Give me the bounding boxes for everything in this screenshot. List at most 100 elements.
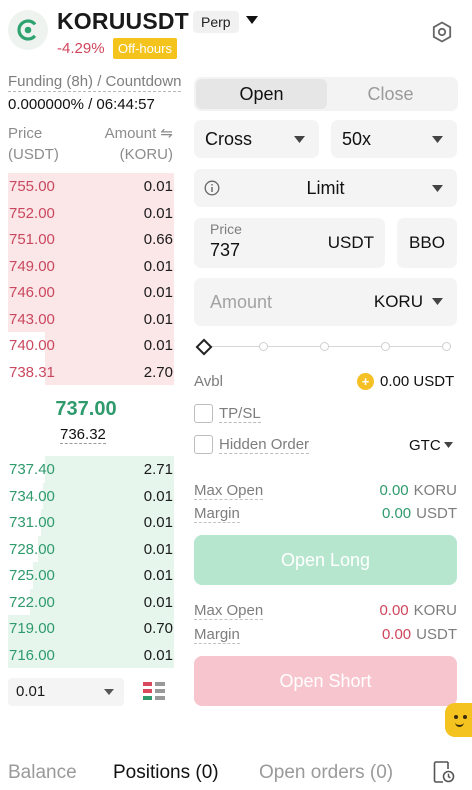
bbo-button[interactable]: BBO bbox=[397, 218, 457, 268]
margin-mode-select[interactable]: Cross bbox=[194, 120, 319, 158]
amount-unit-select[interactable]: KORU bbox=[374, 292, 423, 312]
amount-input[interactable]: Amount KORU bbox=[194, 278, 457, 326]
chevron-down-icon bbox=[432, 185, 443, 192]
hidden-order-checkbox[interactable] bbox=[194, 435, 213, 454]
orderbook-row[interactable]: 751.00 0.66 bbox=[8, 226, 174, 253]
price-input[interactable]: Price 737 USDT bbox=[194, 218, 385, 268]
order-history-icon[interactable] bbox=[433, 760, 455, 784]
caret-down-icon bbox=[443, 442, 453, 448]
long-max-open-label[interactable]: Max Open bbox=[194, 482, 264, 500]
orderbook-row[interactable]: 738.31 2.70 bbox=[8, 358, 174, 385]
price-header-unit: (USDT) bbox=[8, 146, 59, 163]
order-price: 746.00 bbox=[9, 284, 55, 301]
orderbook-row[interactable]: 722.00 0.01 bbox=[8, 588, 174, 615]
orderbook-row[interactable]: 752.00 0.01 bbox=[8, 199, 174, 226]
slider-step-75[interactable] bbox=[381, 342, 390, 351]
orderbook-row[interactable]: 740.00 0.01 bbox=[8, 332, 174, 359]
funding-label[interactable]: Funding (8h) / Countdown bbox=[8, 73, 182, 92]
long-max-open-unit: KORU bbox=[413, 482, 457, 499]
chevron-down-icon bbox=[294, 136, 305, 143]
time-in-force-select[interactable]: GTC bbox=[409, 437, 453, 454]
hidden-order-label[interactable]: Hidden Order bbox=[219, 436, 310, 454]
orderbook-layout-icon[interactable] bbox=[143, 681, 165, 703]
amount-placeholder[interactable]: Amount bbox=[210, 292, 272, 313]
order-amount: 0.01 bbox=[143, 646, 173, 664]
order-price: 738.31 bbox=[9, 363, 55, 381]
long-margin-unit: USDT bbox=[416, 505, 457, 522]
order-amount: 2.70 bbox=[143, 363, 173, 381]
orderbook-row[interactable]: 743.00 0.01 bbox=[8, 305, 174, 332]
chevron-down-icon[interactable] bbox=[432, 298, 443, 305]
order-type-select[interactable]: Limit bbox=[194, 169, 457, 207]
orderbook-row[interactable]: 749.00 0.01 bbox=[8, 252, 174, 279]
tpsl-checkbox[interactable] bbox=[194, 404, 213, 423]
order-amount: 0.01 bbox=[143, 257, 173, 275]
order-amount: 0.01 bbox=[143, 514, 173, 531]
short-max-open: 0.00 KORU bbox=[379, 602, 457, 619]
funding-value: 0.000000% / 06:44:57 bbox=[8, 96, 155, 113]
open-long-button[interactable]: Open Long bbox=[194, 535, 457, 585]
order-price: 728.00 bbox=[9, 540, 55, 558]
orderbook-row[interactable]: 737.40 2.71 bbox=[8, 456, 174, 483]
short-max-open-label[interactable]: Max Open bbox=[194, 602, 264, 620]
order-amount: 0.01 bbox=[143, 284, 173, 301]
slider-step-25[interactable] bbox=[259, 342, 268, 351]
orderbook-row[interactable]: 716.00 0.01 bbox=[8, 641, 174, 668]
long-margin-label[interactable]: Margin bbox=[194, 505, 240, 523]
amount-column-header[interactable]: Amount ⇋ (KORU) bbox=[98, 123, 173, 165]
symbol-title[interactable]: KORUUSDT bbox=[57, 8, 189, 35]
tab-open-orders[interactable]: Open orders (0) bbox=[259, 762, 393, 784]
mark-price[interactable]: 736.32 bbox=[60, 426, 106, 444]
tab-close[interactable]: Close bbox=[325, 79, 456, 109]
header: KORUUSDT Perp -4.29% Off-hours bbox=[0, 0, 472, 66]
slider-step-100[interactable] bbox=[442, 342, 451, 351]
order-price: 749.00 bbox=[9, 257, 55, 275]
price-unit: USDT bbox=[327, 233, 374, 252]
margin-mode-value: Cross bbox=[205, 129, 253, 149]
symbol-dropdown-icon[interactable] bbox=[246, 16, 258, 24]
open-close-tabs: Open Close bbox=[194, 77, 458, 111]
slider-thumb[interactable] bbox=[195, 338, 213, 356]
info-icon[interactable] bbox=[204, 180, 220, 196]
orderbook-row[interactable]: 731.00 0.01 bbox=[8, 509, 174, 536]
assistant-mascot-icon[interactable] bbox=[445, 703, 472, 737]
add-funds-icon[interactable]: + bbox=[357, 373, 374, 390]
short-margin-label[interactable]: Margin bbox=[194, 626, 240, 644]
order-amount: 0.70 bbox=[143, 620, 173, 637]
tab-positions[interactable]: Positions (0) bbox=[113, 762, 219, 784]
mascot-mouth bbox=[455, 722, 464, 727]
orderbook-row[interactable]: 725.00 0.01 bbox=[8, 562, 174, 589]
orderbook-row[interactable]: 719.00 0.70 bbox=[8, 615, 174, 642]
price-input-value[interactable]: 737 bbox=[210, 240, 240, 261]
time-in-force-value: GTC bbox=[409, 437, 441, 454]
orderbook-row[interactable]: 734.00 0.01 bbox=[8, 482, 174, 509]
order-amount: 0.01 bbox=[143, 593, 173, 611]
amount-slider[interactable] bbox=[195, 338, 454, 356]
settings-icon[interactable] bbox=[430, 20, 454, 44]
long-max-open: 0.00 KORU bbox=[379, 482, 457, 499]
last-price: 737.00 bbox=[55, 398, 117, 420]
tab-open[interactable]: Open bbox=[196, 79, 327, 109]
order-price: 740.00 bbox=[9, 337, 55, 354]
mascot-eye bbox=[454, 715, 458, 719]
order-amount: 0.01 bbox=[143, 487, 173, 505]
order-price: 751.00 bbox=[9, 231, 55, 248]
order-price: 752.00 bbox=[9, 204, 55, 222]
orderbook-row[interactable]: 728.00 0.01 bbox=[8, 535, 174, 562]
bottom-tabs: Balance Positions (0) Open orders (0) bbox=[0, 750, 472, 790]
leverage-select[interactable]: 50x bbox=[331, 120, 457, 158]
slider-step-50[interactable] bbox=[320, 342, 329, 351]
orderbook-row[interactable]: 755.00 0.01 bbox=[8, 173, 174, 200]
tab-balance[interactable]: Balance bbox=[8, 762, 77, 784]
open-short-button[interactable]: Open Short bbox=[194, 656, 457, 706]
depth-step-select[interactable]: 0.01 bbox=[8, 678, 124, 706]
amount-header-label[interactable]: Amount ⇋ bbox=[98, 123, 173, 144]
price-header-label: Price bbox=[8, 125, 43, 142]
asks-list: 755.00 0.01 752.00 0.01 751.00 0.66 749.00 0.01… bbox=[8, 173, 174, 385]
tpsl-label[interactable]: TP/SL bbox=[219, 405, 261, 423]
status-badge: Off-hours bbox=[113, 38, 177, 59]
price-change: -4.29% bbox=[57, 40, 105, 57]
orderbook-row[interactable]: 746.00 0.01 bbox=[8, 279, 174, 306]
order-amount: 0.01 bbox=[143, 204, 173, 222]
available-value: 0.00 USDT bbox=[380, 373, 455, 390]
